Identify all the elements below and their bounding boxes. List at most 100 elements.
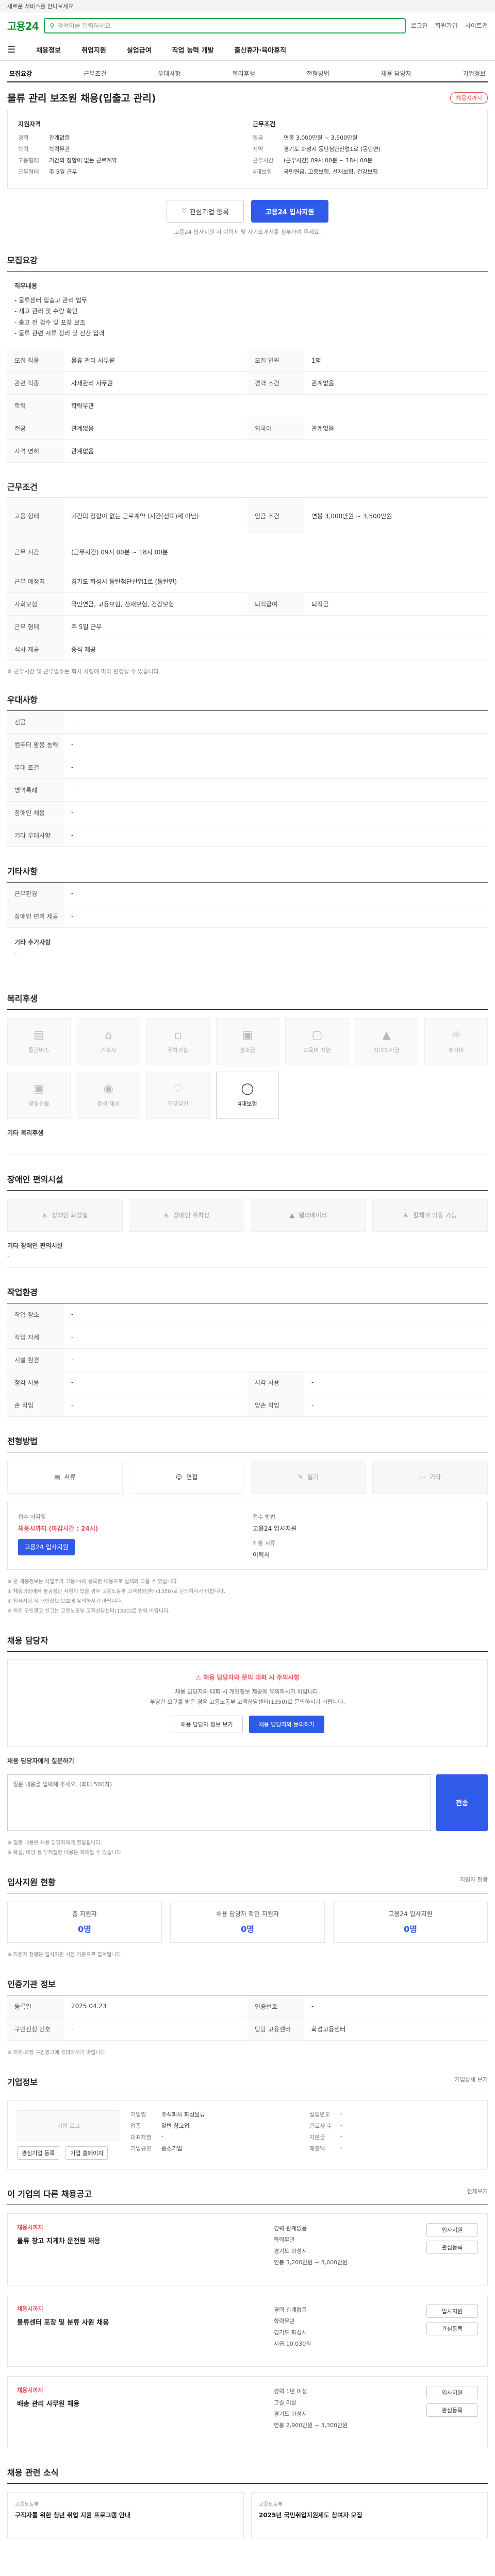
hamburger-icon[interactable]: ☰ <box>7 44 15 55</box>
summary-value: 기간의 정함이 없는 근로계약 <box>49 157 117 164</box>
row-value: 중식 제공 <box>71 646 96 653</box>
row-value: 물류 관리 사무원 <box>71 357 115 364</box>
apply-button-secondary[interactable]: 고용24 입사지원 <box>18 1538 75 1555</box>
summary-value: 주 5일 근무 <box>49 168 77 175</box>
company-detail-link[interactable]: 기업상세 보기 <box>455 2075 488 2088</box>
stat-value: 0명 <box>404 1924 417 1935</box>
tab-welfare[interactable]: 복리후생 <box>232 69 255 78</box>
contact-info-button[interactable]: 채용 담당자 정보 보기 <box>171 1715 243 1733</box>
menu-item-leave[interactable]: 출산휴가·육아휴직 <box>234 45 286 55</box>
news-source: 고용노동부 <box>259 2501 283 2507</box>
site-logo[interactable]: 고용24 <box>7 18 39 33</box>
stat-card: 채용 담당자 확인 지원자 0명 <box>170 1901 325 1943</box>
summary-key: 근무형태 <box>18 168 39 175</box>
scrap-button[interactable]: ♡ 관심기업 등록 <box>167 200 244 223</box>
menu-item-benefits[interactable]: 실업급여 <box>127 45 152 55</box>
notice-item: ※ 채용과정에서 불공정한 사항이 있을 경우 고용노동부 고객상담센터(135… <box>7 1588 226 1595</box>
contact-warning-box: ⚠ 채용 담당자와 문의 대화 시 주의사항 채용 담당자와 대화 시 개인정보… <box>7 1658 488 1747</box>
welfare-label: 경조금 <box>239 1047 256 1054</box>
row-key: 모집 인원 <box>248 349 304 371</box>
job-card[interactable]: 채용시까지 배송 관리 사무원 채용 경력 1년 이상 고졸 이상 경기도 화성시 연봉… <box>7 2376 488 2448</box>
stats-grid: 총 지원자 0명 채용 담당자 확인 지원자 0명 고용24 입사지원 0명 <box>7 1901 488 1943</box>
card-info-item: 연봉 3,200만원 ~ 3,600만원 <box>274 2259 348 2266</box>
row-value: 자재관리 사무원 <box>71 379 113 387</box>
company-key: 기업규모 <box>130 2145 152 2152</box>
card-info-item: 시급 10,030원 <box>274 2340 311 2347</box>
card-info-item: 경력 관계없음 <box>274 2225 307 2232</box>
apply-deadline: 채용시까지 (마감시간 : 24시) <box>18 1524 98 1532</box>
table-row: 장애인 편의 제공 - <box>7 905 488 928</box>
tab-conditions[interactable]: 근무조건 <box>84 69 106 78</box>
menu-item-training[interactable]: 직업 능력 개발 <box>172 45 214 55</box>
wheelchair-icon: ♿ <box>403 1211 409 1219</box>
other-title: 기타사항 <box>7 866 38 876</box>
table-row: 사회보험 국민연금, 고용보험, 산재보험, 건강보험 퇴직급여 퇴직금 <box>7 592 488 616</box>
company-key: 매출액 <box>309 2145 325 2152</box>
card-apply-button[interactable]: 입사지원 <box>426 2304 478 2318</box>
tab-recruit[interactable]: 모집요강 <box>9 69 32 78</box>
summary-value: 학력무관 <box>49 146 70 152</box>
row-key: 우대 조건 <box>7 756 64 778</box>
card-scrap-button[interactable]: 관심등록 <box>426 2321 478 2335</box>
welfare-item: ⌂ 기숙사 <box>76 1018 140 1065</box>
job-card[interactable]: 채용시까지 물류센터 포장 및 분류 사원 채용 경력 관계없음 학력무관 경기도 화… <box>7 2294 488 2367</box>
news-headline[interactable]: 2025년 국민취업지원제도 참여자 모집 <box>259 2511 480 2520</box>
stats-right[interactable]: 지원자 현황 <box>460 1875 488 1888</box>
card-scrap-button[interactable]: 관심등록 <box>426 2403 478 2417</box>
contact-warn: ⚠ 채용 담당자와 문의 대화 시 주의사항 <box>21 1673 474 1682</box>
news-card[interactable]: 고용노동부 구직자를 위한 청년 취업 지원 프로그램 안내 <box>7 2492 244 2538</box>
menu-item-jobs[interactable]: 채용정보 <box>36 45 61 55</box>
selection-title: 전형방법 <box>7 1436 38 1446</box>
sitemap-link[interactable]: 사이트맵 <box>465 21 488 30</box>
card-info: 경력 관계없음 학력무관 경기도 화성시 연봉 3,200만원 ~ 3,600만원 <box>274 2223 408 2276</box>
row-value: 1명 <box>311 357 321 364</box>
tab-prefer[interactable]: 우대사항 <box>158 69 180 78</box>
company-key: 근로자 수 <box>309 2122 332 2129</box>
welfare-label: 통근버스 <box>28 1047 50 1054</box>
contact-buttons: 채용 담당자 정보 보기 채용 담당자와 문의하기 <box>21 1715 474 1733</box>
card-title[interactable]: 배송 관리 사무원 채용 <box>17 2398 266 2408</box>
contact-title: 채용 담당자 <box>7 1635 48 1646</box>
tab-company[interactable]: 기업정보 <box>463 69 486 78</box>
notice-item: ※ 질문 내용은 채용 담당자에게 전달됩니다. <box>7 1840 102 1846</box>
company-homepage-button[interactable]: 기업 홈페이지 <box>65 2146 108 2160</box>
bus-icon: ▤ <box>34 1029 44 1042</box>
notice-item: ※ 본 채용정보는 사업주가 고용24에 등록한 내용으로 실제와 다를 수 있… <box>7 1579 179 1585</box>
apply-button[interactable]: 고용24 입사지원 <box>251 200 328 223</box>
menu-item-support[interactable]: 취업지원 <box>81 45 106 55</box>
job-desc-label: 직무내용 <box>14 282 38 290</box>
similar-all-link[interactable]: 전체보기 <box>467 2187 488 2199</box>
admin-section: 인증기관 정보 등록일 2025.04.23 인증번호 - 구인신청 번호 - 담당 고용… <box>7 1977 488 2058</box>
row-key: 인증번호 <box>248 1995 304 2018</box>
tab-selection[interactable]: 전형방법 <box>307 69 329 78</box>
parking-icon: ♿ <box>163 1211 170 1219</box>
card-apply-button[interactable]: 입사지원 <box>426 2223 478 2236</box>
news-card[interactable]: 고용노동부 2025년 국민취업지원제도 참여자 모집 <box>251 2492 488 2538</box>
card-title[interactable]: 물류센터 포장 및 분류 사원 채용 <box>17 2317 266 2327</box>
summary-left-title: 지원자격 <box>18 121 41 128</box>
contact-chat-button[interactable]: 채용 담당자와 문의하기 <box>249 1715 324 1733</box>
card-apply-button[interactable]: 입사지원 <box>426 2385 478 2399</box>
job-card[interactable]: 채용시까지 물류 창고 지게차 운전원 채용 경력 관계없음 학력무관 경기도 화성시… <box>7 2213 488 2285</box>
meal-icon: ◉ <box>103 1082 113 1096</box>
search-input[interactable]: ⚲ 검색어를 입력하세요 <box>43 18 406 33</box>
inquiry-send-button[interactable]: 전송 <box>436 1774 488 1831</box>
toilet-icon: ♿ <box>42 1211 48 1219</box>
elevator-icon: ▲ <box>289 1211 295 1219</box>
login-link[interactable]: 로그인 <box>411 21 428 30</box>
card-scrap-button[interactable]: 관심등록 <box>426 2240 478 2254</box>
inquiry-textarea[interactable] <box>7 1774 431 1831</box>
search-icon[interactable]: ⚲ <box>50 22 55 29</box>
disability-extra-label: 기타 장애인 편의시설 <box>7 1242 63 1249</box>
card-actions: 입사지원관심등록 <box>416 2223 478 2276</box>
signup-link[interactable]: 회원가입 <box>435 21 458 30</box>
step-item: ⋯ 기타 <box>372 1460 488 1494</box>
company-scrap-button[interactable]: 관심기업 등록 <box>17 2146 60 2160</box>
card-title[interactable]: 물류 창고 지게차 운전원 채용 <box>17 2235 266 2245</box>
welfare-label: 4대보험 <box>238 1100 257 1108</box>
card-info: 경력 1년 이상 고졸 이상 경기도 화성시 연봉 2,900만원 ~ 3,300만원 <box>274 2386 408 2438</box>
footer-space <box>7 2538 488 2569</box>
tab-contact[interactable]: 채용 담당자 <box>381 69 411 78</box>
news-headline[interactable]: 구직자를 위한 청년 취업 지원 프로그램 안내 <box>15 2511 236 2520</box>
row-key: 근무 시간 <box>7 534 64 570</box>
